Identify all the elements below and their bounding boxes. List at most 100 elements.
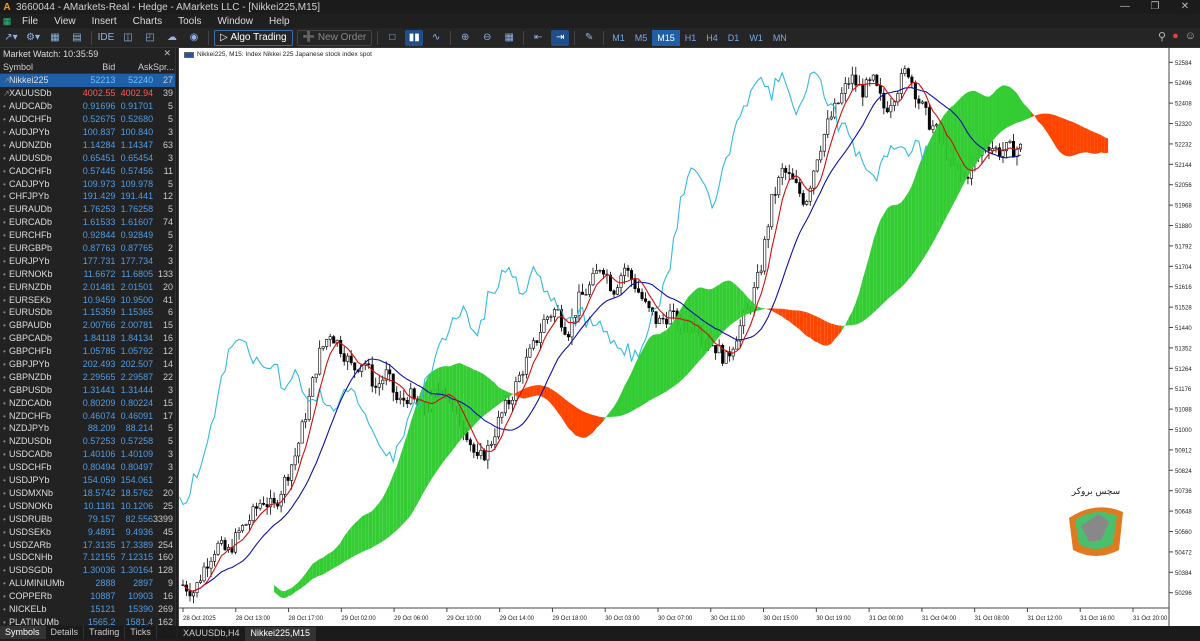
market-watch-row[interactable]: • USDRUBb 79.157 82.556 3399: [0, 512, 175, 525]
search-icon[interactable]: ⚲: [1158, 30, 1166, 43]
vps-icon[interactable]: ◉: [185, 30, 203, 46]
market-watch-row[interactable]: • EURNOKb 11.6672 11.6805 133: [0, 267, 175, 280]
market-watch-row[interactable]: • AUDJPYb 100.837 100.840 3: [0, 126, 175, 139]
tf-m5[interactable]: M5: [630, 30, 653, 46]
navigator-icon[interactable]: ▤: [68, 30, 86, 46]
tf-m15[interactable]: M15: [652, 29, 680, 46]
zoom-in-icon[interactable]: ⊕: [456, 30, 474, 46]
chart-window[interactable]: 52584 52496 52408 52320 52232 52144 52056 51968…: [178, 48, 1200, 626]
tab-chart-xauusd[interactable]: XAUUSDb,H4: [178, 627, 246, 641]
market-watch-row[interactable]: • EURGBPb 0.87763 0.87765 2: [0, 242, 175, 255]
market-watch-row[interactable]: • CADJPYb 109.973 109.978 5: [0, 177, 175, 190]
market-watch-row[interactable]: • NZDJPYb 88.209 88.214 5: [0, 422, 175, 435]
account-icon[interactable]: ☺: [1185, 30, 1196, 43]
col-symbol[interactable]: Symbol: [0, 62, 78, 72]
tab-details[interactable]: Details: [46, 626, 85, 639]
briefcase-icon[interactable]: ◫: [119, 30, 137, 46]
algo-trading-button[interactable]: ▷ Algo Trading: [214, 29, 293, 46]
market-watch-row[interactable]: • USDJPYb 154.059 154.061 2: [0, 474, 175, 487]
market-watch-row[interactable]: • NZDCADb 0.80209 0.80224 15: [0, 396, 175, 409]
col-bid[interactable]: Bid: [78, 62, 115, 72]
tab-trading[interactable]: Trading: [84, 626, 126, 639]
price-chart[interactable]: 52584 52496 52408 52320 52232 52144 52056 51968…: [179, 48, 1200, 626]
cloud-bear-segment: [582, 410, 586, 438]
line-chart-icon[interactable]: ∿: [427, 30, 445, 46]
tf-d1[interactable]: D1: [723, 30, 745, 46]
market-watch-row[interactable]: • USDNOKb 10.1181 10.1206 25: [0, 499, 175, 512]
market-watch-row[interactable]: • COPPERb 10887 10903 16: [0, 590, 175, 603]
chart-shift-icon[interactable]: ⇥: [551, 29, 570, 46]
tile-windows-icon[interactable]: ▦: [500, 30, 518, 46]
market-watch-icon[interactable]: ▦: [46, 30, 64, 46]
cloud-bear-segment: [817, 316, 821, 345]
market-watch-row[interactable]: • GBPAUDb 2.00766 2.00781 15: [0, 319, 175, 332]
cell-symbol: • USDCNHb: [0, 552, 78, 562]
notifications-icon[interactable]: ●: [1172, 30, 1179, 43]
chart-menu-icon[interactable]: ▦: [0, 14, 14, 28]
indicators-icon[interactable]: ✎: [580, 30, 598, 46]
signals-icon[interactable]: ◰: [141, 30, 159, 46]
menu-charts[interactable]: Charts: [125, 16, 170, 27]
market-watch-row[interactable]: • NICKELb 15121 15390 269: [0, 603, 175, 616]
tf-h4[interactable]: H4: [701, 30, 723, 46]
market-watch-row[interactable]: • AUDCADb 0.91696 0.91701 5: [0, 100, 175, 113]
col-ask[interactable]: Ask: [115, 62, 153, 72]
autoscroll-icon[interactable]: ⇤: [529, 30, 547, 46]
bar-chart-icon[interactable]: □: [383, 30, 401, 46]
market-watch-row[interactable]: • CHFJPYb 191.429 191.441 12: [0, 190, 175, 203]
candlestick-icon[interactable]: ▮▮: [405, 29, 424, 46]
market-watch-row[interactable]: • USDCNHb 7.12155 7.12315 160: [0, 551, 175, 564]
market-watch-row[interactable]: • USDSGDb 1.30036 1.30164 128: [0, 564, 175, 577]
market-watch-row[interactable]: • NZDCHFb 0.46074 0.46091 17: [0, 409, 175, 422]
tab-chart-nikkei[interactable]: Nikkei225,M15: [245, 627, 317, 641]
menu-view[interactable]: View: [46, 16, 84, 27]
tf-m1[interactable]: M1: [607, 30, 630, 46]
new-chart-icon[interactable]: ↗▾: [2, 30, 20, 46]
market-watch-row[interactable]: • EURSEKb 10.9459 10.9500 41: [0, 293, 175, 306]
cloud-icon[interactable]: ☁: [163, 30, 181, 46]
tab-ticks[interactable]: Ticks: [125, 626, 157, 639]
minimize-icon[interactable]: —: [1110, 0, 1140, 14]
close-icon[interactable]: ✕: [163, 48, 171, 59]
market-watch-row[interactable]: • EURNZDb 2.01481 2.01501 20: [0, 280, 175, 293]
market-watch-row[interactable]: • EURCADb 1.61533 1.61607 74: [0, 216, 175, 229]
market-watch-row[interactable]: • NZDUSDb 0.57253 0.57258 5: [0, 435, 175, 448]
market-watch-row[interactable]: ↗XAUUSDb 4002.55 4002.94 39: [0, 87, 175, 100]
market-watch-row[interactable]: ↗Nikkei225 52213 52240 27: [0, 74, 175, 87]
menu-insert[interactable]: Insert: [84, 16, 125, 27]
market-watch-row[interactable]: • EURUSDb 1.15359 1.15365 6: [0, 306, 175, 319]
market-watch-row[interactable]: • GBPCHFb 1.05785 1.05792 12: [0, 345, 175, 358]
market-watch-row[interactable]: • GBPJPYb 202.493 202.507 14: [0, 358, 175, 371]
tab-symbols[interactable]: Symbols: [0, 626, 46, 639]
profiles-icon[interactable]: ⚙▾: [24, 30, 42, 46]
zoom-out-icon[interactable]: ⊖: [478, 30, 496, 46]
ide-button[interactable]: IDE: [97, 30, 115, 46]
restore-icon[interactable]: ❐: [1140, 0, 1170, 14]
close-icon[interactable]: ✕: [1170, 0, 1200, 14]
menu-file[interactable]: File: [14, 16, 46, 27]
menu-help[interactable]: Help: [261, 16, 298, 27]
market-watch-row[interactable]: • GBPNZDb 2.29565 2.29587 22: [0, 370, 175, 383]
market-watch-row[interactable]: • EURCHFb 0.92844 0.92849 5: [0, 229, 175, 242]
market-watch-row[interactable]: • AUDUSDb 0.65451 0.65454 3: [0, 151, 175, 164]
market-watch-row[interactable]: • AUDNZDb 1.14284 1.14347 63: [0, 138, 175, 151]
market-watch-row[interactable]: • ALUMINIUMb 2888 2897 9: [0, 577, 175, 590]
market-watch-row[interactable]: • EURAUDb 1.76253 1.76258 5: [0, 203, 175, 216]
tf-mn[interactable]: MN: [768, 30, 792, 46]
market-watch-row[interactable]: • GBPCADb 1.84118 1.84134 16: [0, 332, 175, 345]
market-watch-row[interactable]: • USDCHFb 0.80494 0.80497 3: [0, 461, 175, 474]
tf-h1[interactable]: H1: [680, 30, 702, 46]
market-watch-row[interactable]: • USDMXNb 18.5742 18.5762 20: [0, 487, 175, 500]
market-watch-row[interactable]: • AUDCHFb 0.52675 0.52680 5: [0, 113, 175, 126]
market-watch-row[interactable]: • EURJPYb 177.731 177.734 3: [0, 254, 175, 267]
market-watch-row[interactable]: • GBPUSDb 1.31441 1.31444 3: [0, 383, 175, 396]
market-watch-row[interactable]: • USDZARb 17.3135 17.3389 254: [0, 538, 175, 551]
market-watch-row[interactable]: • CADCHFb 0.57445 0.57456 11: [0, 164, 175, 177]
market-watch-row[interactable]: • USDSEKb 9.4891 9.4936 45: [0, 525, 175, 538]
new-order-button[interactable]: ➕ New Order: [296, 29, 373, 46]
menu-window[interactable]: Window: [209, 16, 261, 27]
tf-w1[interactable]: W1: [744, 30, 768, 46]
market-watch-row[interactable]: • USDCADb 1.40106 1.40109 3: [0, 448, 175, 461]
menu-tools[interactable]: Tools: [170, 16, 209, 27]
col-spread[interactable]: Spr...: [153, 62, 175, 72]
